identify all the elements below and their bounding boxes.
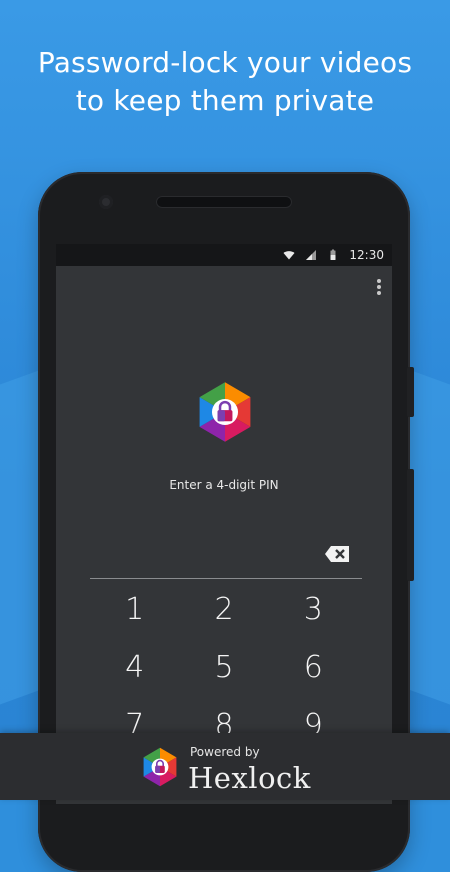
key-5[interactable]: 5 xyxy=(179,642,268,692)
key-2[interactable]: 2 xyxy=(179,584,268,634)
speaker-grille xyxy=(156,196,292,208)
backspace-icon[interactable] xyxy=(324,545,350,563)
wifi-icon xyxy=(283,251,295,260)
key-4[interactable]: 4 xyxy=(90,642,179,692)
key-1[interactable]: 1 xyxy=(90,584,179,634)
headline-line-1: Password-lock your videos xyxy=(37,46,413,79)
phone-screen: 12:30 Enter a 4-digit PIN 1 2 3 4 5 6 7 … xyxy=(56,244,392,804)
battery-icon xyxy=(330,249,336,260)
pin-input-underline xyxy=(90,578,362,579)
status-time: 12:30 xyxy=(349,248,384,262)
volume-button xyxy=(407,469,414,581)
powered-by-label: Powered by xyxy=(190,745,260,759)
hexlock-logo-icon xyxy=(143,747,177,787)
hexlock-logo-icon xyxy=(199,382,251,442)
signal-icon xyxy=(306,250,317,260)
key-3[interactable]: 3 xyxy=(269,584,358,634)
camera-icon xyxy=(99,195,113,209)
pin-keypad: 1 2 3 4 5 6 7 8 9 xyxy=(90,584,358,750)
power-button xyxy=(407,367,414,417)
pin-prompt: Enter a 4-digit PIN xyxy=(169,478,279,492)
status-bar: 12:30 xyxy=(56,244,392,266)
overflow-menu-icon[interactable] xyxy=(376,278,382,296)
headline: Password-lock your videos to keep them p… xyxy=(0,44,450,120)
brand-name: Hexlock xyxy=(188,761,311,795)
headline-line-2: to keep them private xyxy=(75,84,375,117)
key-6[interactable]: 6 xyxy=(269,642,358,692)
powered-by-banner: Powered by Hexlock xyxy=(0,733,450,800)
